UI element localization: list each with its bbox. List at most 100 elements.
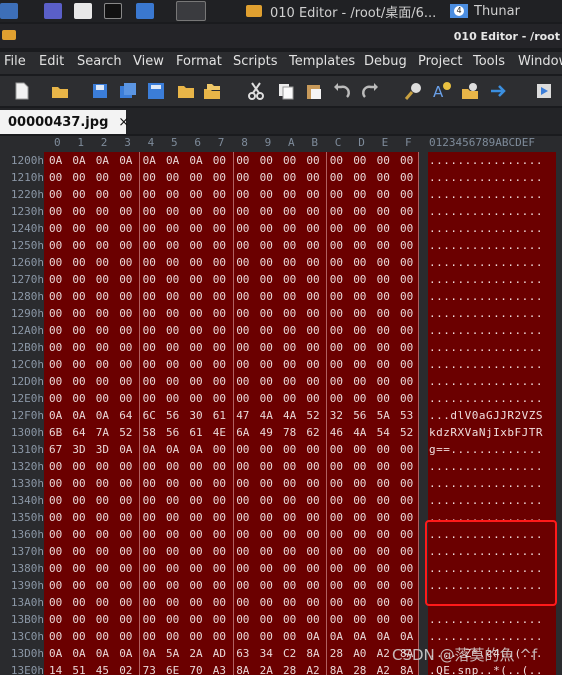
- hex-byte[interactable]: 00: [189, 307, 202, 320]
- hex-byte[interactable]: 00: [189, 579, 202, 592]
- hex-byte[interactable]: 00: [330, 358, 343, 371]
- hex-byte[interactable]: 00: [72, 273, 85, 286]
- hex-byte[interactable]: 70: [189, 664, 202, 675]
- hex-byte[interactable]: 00: [189, 477, 202, 490]
- hex-byte[interactable]: 00: [377, 460, 390, 473]
- hex-byte[interactable]: 00: [306, 443, 319, 456]
- hex-byte[interactable]: 00: [213, 375, 226, 388]
- hex-byte[interactable]: 00: [236, 307, 249, 320]
- hex-byte[interactable]: 00: [306, 154, 319, 167]
- ascii-text[interactable]: ................: [429, 273, 543, 286]
- hex-byte[interactable]: 00: [400, 154, 413, 167]
- hex-byte[interactable]: 00: [260, 562, 273, 575]
- hex-byte[interactable]: 00: [236, 392, 249, 405]
- hex-byte[interactable]: 00: [283, 239, 296, 252]
- ascii-text[interactable]: ................: [429, 205, 543, 218]
- hex-byte[interactable]: 14: [49, 664, 62, 675]
- hex-byte[interactable]: 00: [166, 290, 179, 303]
- hex-byte[interactable]: 00: [213, 511, 226, 524]
- hex-byte[interactable]: 00: [236, 545, 249, 558]
- hex-byte[interactable]: 00: [72, 596, 85, 609]
- ascii-text[interactable]: kdzRXVaNjIxbFJTR: [429, 426, 543, 439]
- hex-byte[interactable]: 00: [377, 290, 390, 303]
- hex-byte[interactable]: 4A: [353, 426, 366, 439]
- hex-byte[interactable]: 00: [353, 324, 366, 337]
- hex-byte[interactable]: 00: [330, 477, 343, 490]
- hex-byte[interactable]: 30: [189, 409, 202, 422]
- hex-byte[interactable]: 00: [166, 171, 179, 184]
- hex-byte[interactable]: 00: [283, 579, 296, 592]
- hex-byte[interactable]: 00: [72, 188, 85, 201]
- hex-byte[interactable]: 00: [72, 307, 85, 320]
- hex-byte[interactable]: 0A: [330, 630, 343, 643]
- hex-byte[interactable]: 00: [330, 341, 343, 354]
- copy-icon[interactable]: [276, 81, 296, 101]
- hex-byte[interactable]: 00: [143, 596, 156, 609]
- hex-byte[interactable]: 00: [260, 222, 273, 235]
- hex-byte[interactable]: 00: [260, 613, 273, 626]
- hex-byte[interactable]: 00: [260, 273, 273, 286]
- hex-byte[interactable]: 00: [119, 460, 132, 473]
- hex-byte[interactable]: 00: [143, 511, 156, 524]
- hex-byte[interactable]: 00: [400, 290, 413, 303]
- hex-byte[interactable]: 00: [377, 239, 390, 252]
- hex-byte[interactable]: 00: [166, 375, 179, 388]
- hex-byte[interactable]: 0A: [119, 154, 132, 167]
- hex-byte[interactable]: 64: [119, 409, 132, 422]
- hex-byte[interactable]: 00: [96, 596, 109, 609]
- hex-byte[interactable]: 4A: [260, 409, 273, 422]
- hex-byte[interactable]: 00: [72, 205, 85, 218]
- hex-byte[interactable]: 00: [166, 596, 179, 609]
- ascii-text[interactable]: ................: [429, 239, 543, 252]
- hex-byte[interactable]: 00: [400, 494, 413, 507]
- hex-byte[interactable]: 28: [330, 647, 343, 660]
- hex-byte[interactable]: 00: [283, 205, 296, 218]
- hex-byte[interactable]: 00: [72, 358, 85, 371]
- hex-byte[interactable]: 00: [330, 375, 343, 388]
- hex-byte[interactable]: 00: [377, 579, 390, 592]
- hex-byte[interactable]: 00: [189, 188, 202, 201]
- hex-byte[interactable]: 00: [72, 239, 85, 252]
- menu-view[interactable]: View: [133, 54, 164, 69]
- hex-byte[interactable]: 00: [353, 239, 366, 252]
- hex-byte[interactable]: 02: [119, 664, 132, 675]
- hex-byte[interactable]: 00: [143, 545, 156, 558]
- hex-byte[interactable]: 0A: [49, 154, 62, 167]
- hex-byte[interactable]: 00: [96, 222, 109, 235]
- hex-byte[interactable]: 00: [213, 290, 226, 303]
- hex-byte[interactable]: 00: [49, 511, 62, 524]
- open-folder-icon[interactable]: [50, 81, 70, 101]
- hex-byte[interactable]: 00: [119, 188, 132, 201]
- hex-byte[interactable]: 00: [119, 358, 132, 371]
- hex-byte[interactable]: 00: [119, 375, 132, 388]
- hex-byte[interactable]: 61: [213, 409, 226, 422]
- hex-byte[interactable]: 00: [213, 341, 226, 354]
- file-manager-icon[interactable]: [74, 3, 92, 19]
- hex-byte[interactable]: 00: [400, 562, 413, 575]
- hex-byte[interactable]: 00: [189, 596, 202, 609]
- hex-byte[interactable]: 00: [330, 171, 343, 184]
- hex-byte[interactable]: 00: [330, 222, 343, 235]
- hex-byte[interactable]: 00: [166, 494, 179, 507]
- hex-byte[interactable]: 00: [306, 460, 319, 473]
- hex-byte[interactable]: 00: [330, 528, 343, 541]
- hex-byte[interactable]: 8A: [330, 664, 343, 675]
- hex-byte[interactable]: 00: [260, 341, 273, 354]
- hex-byte[interactable]: 00: [306, 511, 319, 524]
- hex-byte[interactable]: 4A: [283, 409, 296, 422]
- hex-byte[interactable]: 00: [72, 494, 85, 507]
- hex-byte[interactable]: 00: [213, 477, 226, 490]
- hex-byte[interactable]: 00: [119, 477, 132, 490]
- hex-byte[interactable]: 62: [306, 426, 319, 439]
- hex-byte[interactable]: 00: [353, 545, 366, 558]
- hex-byte[interactable]: 00: [400, 511, 413, 524]
- hex-byte[interactable]: 00: [260, 358, 273, 371]
- hex-byte[interactable]: 00: [330, 239, 343, 252]
- hex-byte[interactable]: 00: [143, 273, 156, 286]
- hex-byte[interactable]: 00: [143, 528, 156, 541]
- goto-icon[interactable]: [488, 81, 508, 101]
- ascii-text[interactable]: ................: [429, 256, 543, 269]
- hex-byte[interactable]: 00: [400, 205, 413, 218]
- hex-byte[interactable]: 51: [72, 664, 85, 675]
- hex-byte[interactable]: 00: [49, 613, 62, 626]
